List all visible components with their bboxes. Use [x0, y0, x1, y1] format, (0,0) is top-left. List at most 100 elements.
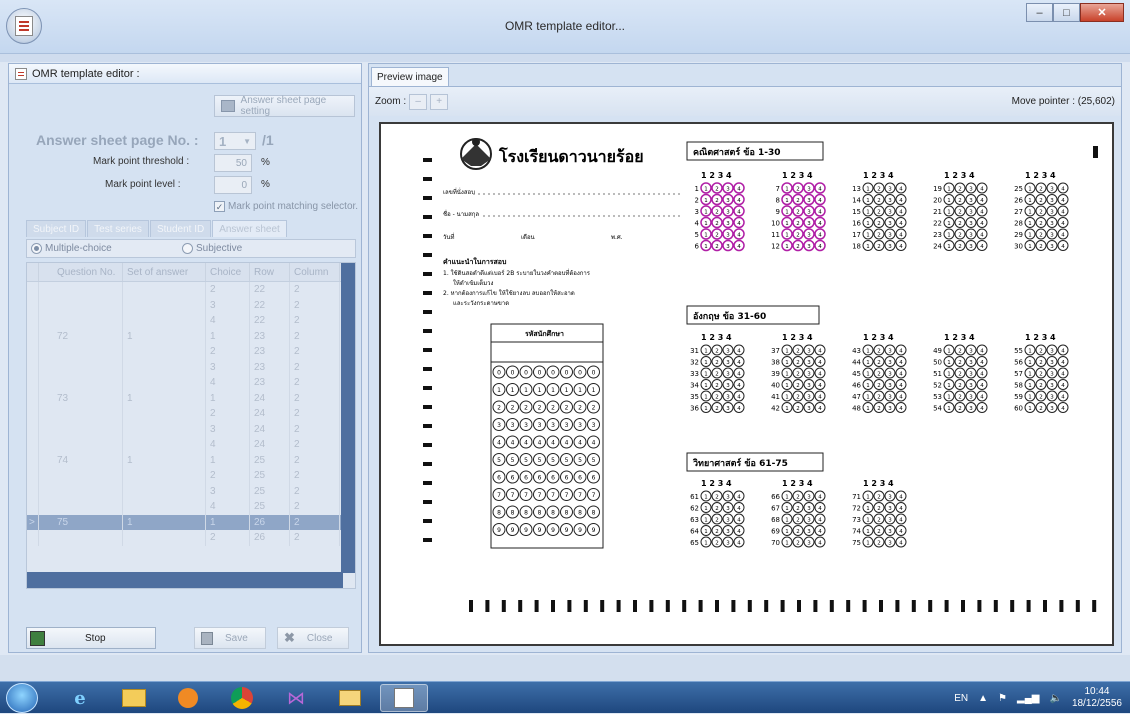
vertical-scrollbar[interactable]: [341, 263, 355, 573]
row-selector[interactable]: [27, 282, 39, 298]
table-row[interactable]: 4 22 2: [27, 313, 355, 329]
row-selector[interactable]: [27, 421, 39, 437]
page-no-select[interactable]: 1 ▼: [214, 132, 256, 150]
row-selector[interactable]: [27, 468, 39, 484]
table-row[interactable]: 3 23 2: [27, 359, 355, 375]
network-icon[interactable]: ▂▄▆: [1017, 693, 1039, 704]
col-choice[interactable]: Choice: [206, 263, 250, 281]
table-row[interactable]: 72 1 1 23 2: [27, 328, 355, 344]
bubble-digit: 3: [726, 494, 730, 500]
mail-icon[interactable]: [326, 684, 374, 712]
table-row[interactable]: 2 23 2: [27, 344, 355, 360]
ie-icon[interactable]: e: [56, 684, 104, 712]
col-row[interactable]: Row: [250, 263, 290, 281]
question-number: 7: [776, 185, 780, 193]
bubble-digit: 4: [899, 186, 903, 192]
row-selector[interactable]: [27, 406, 39, 422]
table-row[interactable]: >75 1 1 26 2: [27, 514, 355, 530]
bubble-digit: 1: [704, 348, 708, 354]
tab-test-series[interactable]: Test series: [87, 220, 149, 237]
table-cell: 1: [123, 452, 206, 468]
radio-subjective[interactable]: Subjective: [182, 243, 242, 254]
table-row[interactable]: 2 22 2: [27, 282, 355, 298]
table-row[interactable]: 74 1 1 25 2: [27, 452, 355, 468]
media-player-icon[interactable]: [164, 684, 212, 712]
bubble-digit: 3: [888, 394, 892, 400]
bubble-digit: 4: [578, 440, 582, 447]
col-column[interactable]: Column: [290, 263, 340, 281]
mark-point-matching-checkbox[interactable]: ✓ Mark point matching selector.: [214, 201, 358, 212]
col-set-of-answer[interactable]: Set of answer: [123, 263, 206, 281]
table-row[interactable]: 73 1 1 24 2: [27, 390, 355, 406]
row-selector[interactable]: [27, 297, 39, 313]
stop-button[interactable]: Stop: [26, 627, 156, 649]
save-button[interactable]: Save: [194, 627, 266, 649]
start-button[interactable]: [6, 683, 38, 713]
timing-mark: [862, 600, 867, 612]
bubble-digit: 2: [958, 186, 962, 192]
horizontal-scrollbar[interactable]: [27, 572, 343, 588]
row-selector[interactable]: [27, 530, 39, 546]
table-row[interactable]: 4 23 2: [27, 375, 355, 391]
answer-grid[interactable]: Question No. Set of answer Choice Row Co…: [26, 262, 356, 589]
answer-sheet-page-setting-button[interactable]: Answer sheet page setting: [214, 95, 355, 117]
row-selector[interactable]: >: [27, 514, 39, 530]
tab-answer-sheet[interactable]: Answer sheet: [212, 220, 287, 237]
bubble-digit: 4: [818, 371, 822, 377]
row-selector[interactable]: [27, 437, 39, 453]
col-question-no[interactable]: Question No.: [39, 263, 123, 281]
bubble-digit: 3: [1050, 383, 1054, 389]
chrome-icon[interactable]: [218, 684, 266, 712]
table-row[interactable]: 3 22 2: [27, 297, 355, 313]
row-selector[interactable]: [27, 375, 39, 391]
zoom-in-button[interactable]: +: [430, 93, 449, 110]
tray-expand-icon[interactable]: ▲: [978, 693, 988, 704]
radio-subjective-label: Subjective: [196, 243, 243, 254]
zoom-out-button[interactable]: –: [409, 93, 428, 110]
table-row[interactable]: 3 25 2: [27, 483, 355, 499]
table-row[interactable]: 2 24 2: [27, 406, 355, 422]
table-cell: 24: [250, 421, 290, 437]
level-stepper[interactable]: 0: [214, 176, 252, 194]
table-row[interactable]: 4 25 2: [27, 499, 355, 515]
minimize-button[interactable]: –: [1026, 3, 1053, 22]
row-selector[interactable]: [27, 452, 39, 468]
bubble-digit: 2: [1039, 186, 1043, 192]
preview-canvas[interactable]: โรงเรียนดาวนายร้อย คณิตศาสตร์ ข้อ 1-30 เ…: [379, 122, 1114, 646]
clock[interactable]: 10:44 18/12/2556: [1072, 686, 1122, 710]
table-row[interactable]: 3 24 2: [27, 421, 355, 437]
table-row[interactable]: 2 26 2: [27, 530, 355, 546]
timing-marks-left: [423, 158, 432, 542]
omr-taskbar-icon[interactable]: [380, 684, 428, 712]
row-selector[interactable]: [27, 390, 39, 406]
close-window-button[interactable]: ✕: [1080, 3, 1124, 22]
table-row[interactable]: 4 24 2: [27, 437, 355, 453]
volume-icon[interactable]: 🔈: [1049, 693, 1061, 704]
row-selector[interactable]: [27, 359, 39, 375]
tab-preview-image[interactable]: Preview image: [371, 67, 449, 86]
row-selector[interactable]: [27, 313, 39, 329]
table-row[interactable]: 2 25 2: [27, 468, 355, 484]
row-selector[interactable]: [27, 344, 39, 360]
language-indicator[interactable]: EN: [954, 693, 968, 704]
radio-multiple-choice[interactable]: Multiple-choice: [27, 243, 182, 254]
close-button[interactable]: ✖ Close: [277, 627, 349, 649]
bubble-digit: 3: [1050, 394, 1054, 400]
tab-subject-id[interactable]: Subject ID: [26, 220, 87, 237]
explorer-icon[interactable]: [110, 684, 158, 712]
bubble-digit: 2: [877, 186, 881, 192]
question-number: 45: [852, 370, 861, 378]
maximize-button[interactable]: □: [1053, 3, 1080, 22]
row-selector[interactable]: [27, 483, 39, 499]
question-number: 12: [771, 243, 780, 251]
threshold-stepper[interactable]: 50: [214, 154, 252, 172]
app-icon[interactable]: ⋈: [272, 684, 320, 712]
row-selector[interactable]: [27, 499, 39, 515]
bubble-digit: 3: [726, 198, 730, 204]
tab-student-id[interactable]: Student ID: [149, 220, 212, 237]
bubble-digit: 4: [899, 221, 903, 227]
bubble-digit: 3: [807, 198, 811, 204]
flag-icon[interactable]: ⚑: [998, 693, 1007, 704]
row-selector[interactable]: [27, 328, 39, 344]
bubble-digit: 3: [726, 221, 730, 227]
